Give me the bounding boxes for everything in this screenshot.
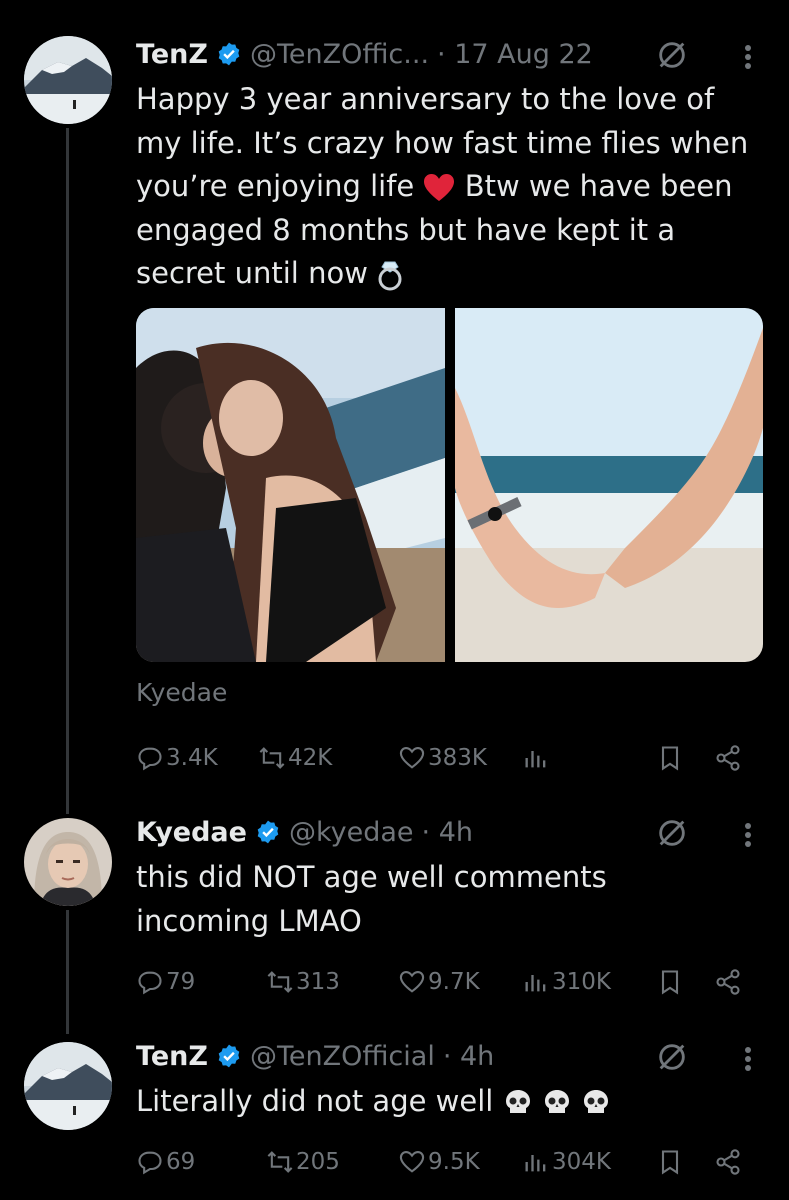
views-icon — [525, 1155, 546, 1172]
tweet-text-segment: secret until now — [136, 256, 368, 290]
more-icon[interactable] — [745, 42, 753, 72]
tweet-media[interactable] — [136, 308, 763, 662]
tweet-text-line-5: secret until now — [136, 252, 759, 296]
retweet-count: 313 — [296, 969, 340, 995]
author-name[interactable]: TenZ — [136, 1041, 208, 1072]
views-icon — [525, 751, 546, 768]
bookmark-button[interactable] — [656, 738, 684, 778]
tweet-text-line-3: you’re enjoying life Btw we have been — [136, 165, 759, 209]
share-icon — [716, 969, 740, 995]
reply-icon — [138, 747, 162, 771]
share-button[interactable] — [714, 1142, 742, 1182]
grok-icon[interactable] — [655, 816, 689, 850]
reply-count: 69 — [166, 1149, 196, 1175]
views-button[interactable]: 310K — [522, 962, 611, 1002]
timestamp[interactable]: · 4h — [443, 1041, 494, 1072]
views-count: 310K — [552, 969, 611, 995]
grok-icon[interactable] — [655, 1040, 689, 1074]
more-icon[interactable] — [745, 820, 753, 850]
tweet-text-line: this did NOT age well comments — [136, 860, 607, 894]
retweet-button[interactable]: 42K — [258, 738, 332, 778]
like-icon — [399, 971, 425, 993]
like-button[interactable]: 9.5K — [398, 1142, 480, 1182]
like-button[interactable]: 383K — [398, 738, 487, 778]
tweet-2[interactable]: Kyedae @kyedae · 4h this did NOT age wel… — [0, 800, 789, 1020]
reply-icon — [138, 971, 162, 995]
tweet-text: this did NOT age well comments incoming … — [136, 856, 759, 943]
ring-emoji-icon — [378, 261, 402, 291]
skull-emoji-icon — [584, 1090, 608, 1113]
bookmark-icon — [661, 1150, 679, 1175]
retweet-icon — [267, 971, 293, 993]
bookmark-button[interactable] — [656, 1142, 684, 1182]
views-count: 304K — [552, 1149, 611, 1175]
share-icon — [716, 745, 740, 771]
skull-emoji-icon — [505, 1090, 530, 1113]
retweet-count: 42K — [288, 745, 333, 771]
like-count: 9.7K — [428, 969, 480, 995]
tweet-text: Happy 3 year anniversary to the love of … — [136, 78, 759, 296]
tweet-1[interactable]: TenZ @TenZOffic... · 17 Aug 22 Happy 3 y… — [0, 0, 789, 800]
bookmark-button[interactable] — [656, 962, 684, 1002]
tweet-text-line: my life. It’s crazy how fast time flies … — [136, 125, 749, 160]
retweet-button[interactable]: 313 — [266, 962, 340, 1002]
tweet-actions: 3.4K 42K 383K — [136, 738, 749, 778]
retweet-icon — [259, 747, 285, 769]
retweet-button[interactable]: 205 — [266, 1142, 340, 1182]
skull-emoji-icon — [544, 1090, 569, 1113]
author-name[interactable]: Kyedae — [136, 817, 247, 848]
tweet-actions: 79 313 9.7K 310K — [136, 962, 749, 1002]
verified-badge-icon — [218, 1044, 240, 1068]
reply-button[interactable]: 79 — [136, 962, 195, 1002]
tweet-3[interactable]: TenZ @TenZOfficial · 4h Literally did no… — [0, 1020, 789, 1200]
bookmark-icon — [661, 970, 679, 995]
views-button[interactable] — [522, 738, 550, 778]
tweet-text-line-1: Literally did not age well — [136, 1080, 759, 1124]
share-button[interactable] — [714, 738, 742, 778]
heart-emoji-icon — [424, 174, 455, 201]
more-icon[interactable] — [745, 1044, 753, 1074]
timestamp[interactable]: · 4h — [422, 817, 473, 848]
retweet-icon — [267, 1151, 293, 1173]
share-icon — [716, 1149, 740, 1175]
avatar[interactable] — [24, 818, 112, 906]
bookmark-icon — [661, 746, 679, 771]
reply-icon — [138, 1151, 162, 1175]
tweet-text-line: Happy 3 year anniversary to the love of — [136, 82, 715, 116]
author-handle[interactable]: @TenZOfficial — [250, 1041, 435, 1072]
tweet-actions: 69 205 9.5K 304K — [136, 1142, 749, 1182]
views-icon — [525, 975, 546, 992]
tweet-text-segment: you’re enjoying life — [136, 169, 415, 203]
reply-count: 3.4K — [166, 745, 218, 771]
tweet-text-line: engaged 8 months but have kept it a — [136, 212, 676, 247]
like-icon — [399, 1151, 425, 1173]
avatar[interactable] — [24, 1042, 112, 1130]
timestamp[interactable]: · 17 Aug 22 — [437, 39, 593, 70]
views-button[interactable]: 304K — [522, 1142, 611, 1182]
like-icon — [399, 747, 425, 769]
tweet-text-line: incoming LMAO — [136, 903, 362, 938]
author-handle[interactable]: @TenZOffic... — [250, 39, 429, 70]
tagged-user[interactable]: Kyedae — [136, 678, 227, 707]
share-button[interactable] — [714, 962, 742, 1002]
verified-badge-icon — [257, 820, 279, 844]
author-name[interactable]: TenZ — [136, 39, 208, 70]
photo-couple-beach[interactable] — [136, 308, 445, 662]
tweet-text-segment: Btw we have been — [464, 169, 733, 203]
photo-holding-hands[interactable] — [454, 308, 764, 662]
avatar[interactable] — [24, 36, 112, 124]
verified-badge-icon — [218, 42, 240, 66]
reply-button[interactable]: 3.4K — [136, 738, 218, 778]
author-handle[interactable]: @kyedae — [289, 817, 414, 848]
tweet-text-segment: Literally did not age well — [136, 1084, 494, 1118]
retweet-count: 205 — [296, 1149, 340, 1175]
grok-icon[interactable] — [655, 38, 689, 72]
tweet-text: Literally did not age well — [136, 1080, 759, 1124]
like-button[interactable]: 9.7K — [398, 962, 480, 1002]
like-count: 9.5K — [428, 1149, 480, 1175]
reply-count: 79 — [166, 969, 196, 995]
like-count: 383K — [428, 745, 487, 771]
reply-button[interactable]: 69 — [136, 1142, 195, 1182]
